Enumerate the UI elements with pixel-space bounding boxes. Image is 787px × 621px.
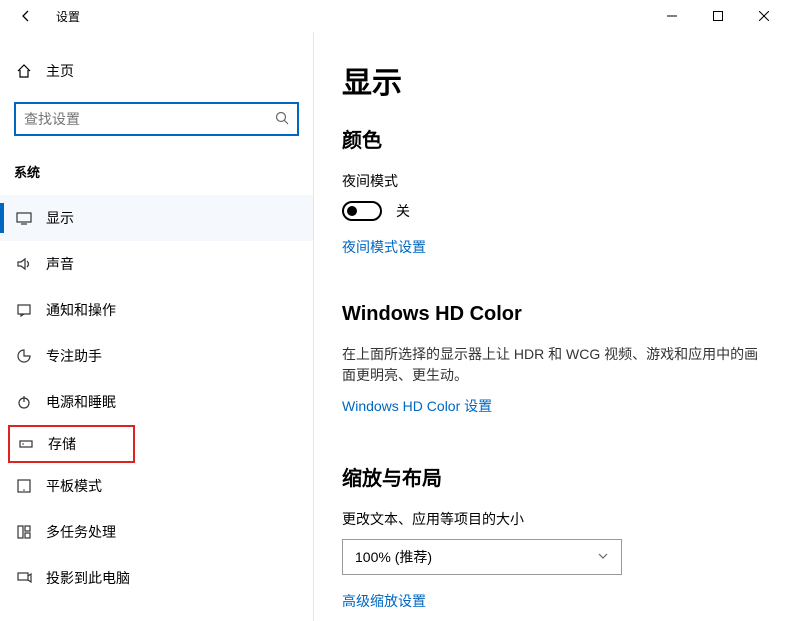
search-box[interactable]	[14, 102, 299, 136]
scale-select[interactable]: 100% (推荐)	[342, 539, 622, 575]
hd-color-settings-link[interactable]: Windows HD Color 设置	[342, 396, 492, 416]
home-icon	[14, 63, 34, 79]
sidebar-item-storage[interactable]: 存储	[8, 425, 135, 463]
sidebar-group-title: 系统	[14, 162, 313, 181]
search-input[interactable]	[24, 111, 275, 127]
section-hd-color: Windows HD Color	[342, 303, 767, 326]
focus-icon	[14, 348, 34, 364]
sidebar-item-display[interactable]: 显示	[0, 195, 313, 241]
sidebar-item-label: 多任务处理	[46, 522, 116, 542]
sidebar-home[interactable]: 主页	[0, 50, 313, 92]
sidebar-item-label: 声音	[46, 254, 74, 274]
close-button[interactable]	[741, 0, 787, 32]
content-area: 主页 系统 显示 声音 通知和操作	[0, 32, 787, 621]
titlebar: 设置	[0, 0, 787, 32]
sidebar-item-label: 投影到此电脑	[46, 568, 130, 588]
search-icon[interactable]	[275, 111, 289, 128]
main-panel: 显示 颜色 夜间模式 关 夜间模式设置 Windows HD Color 在上面…	[314, 32, 787, 621]
sidebar-item-notifications[interactable]: 通知和操作	[0, 287, 313, 333]
sound-icon	[14, 256, 34, 272]
window-title: 设置	[56, 8, 80, 25]
sidebar-item-focus[interactable]: 专注助手	[0, 333, 313, 379]
sidebar-item-sound[interactable]: 声音	[0, 241, 313, 287]
storage-icon	[16, 436, 36, 452]
minimize-button[interactable]	[649, 0, 695, 32]
multitask-icon	[14, 524, 34, 540]
maximize-button[interactable]	[695, 0, 741, 32]
night-mode-state: 关	[396, 201, 410, 221]
minimize-icon	[667, 11, 677, 21]
section-color: 颜色	[342, 124, 767, 153]
scale-label: 更改文本、应用等项目的大小	[342, 509, 767, 529]
sidebar-item-power[interactable]: 电源和睡眠	[0, 379, 313, 425]
sidebar-item-label: 平板模式	[46, 476, 102, 496]
power-icon	[14, 394, 34, 410]
night-mode-toggle[interactable]	[342, 201, 382, 221]
sidebar-item-label: 专注助手	[46, 346, 102, 366]
close-icon	[759, 11, 769, 21]
notification-icon	[14, 302, 34, 318]
sidebar-item-label: 电源和睡眠	[46, 392, 116, 412]
display-icon	[14, 210, 34, 226]
night-mode-toggle-row: 关	[342, 201, 767, 221]
tablet-icon	[14, 478, 34, 494]
maximize-icon	[713, 11, 723, 21]
back-button[interactable]	[10, 0, 42, 32]
scale-select-value: 100% (推荐)	[355, 547, 432, 567]
page-title: 显示	[342, 58, 767, 102]
night-mode-settings-link[interactable]: 夜间模式设置	[342, 237, 426, 257]
night-mode-label: 夜间模式	[342, 171, 767, 191]
arrow-left-icon	[18, 8, 34, 24]
sidebar-item-label: 显示	[46, 208, 74, 228]
hd-color-desc: 在上面所选择的显示器上让 HDR 和 WCG 视频、游戏和应用中的画面更明亮、更…	[342, 344, 767, 386]
chevron-down-icon	[597, 549, 609, 565]
window-controls	[649, 0, 787, 32]
sidebar-item-multitask[interactable]: 多任务处理	[0, 509, 313, 555]
sidebar-item-label: 通知和操作	[46, 300, 116, 320]
sidebar-item-label: 存储	[48, 434, 76, 454]
sidebar-item-tablet[interactable]: 平板模式	[0, 463, 313, 509]
sidebar-item-project[interactable]: 投影到此电脑	[0, 555, 313, 601]
toggle-knob	[347, 206, 357, 216]
sidebar-home-label: 主页	[46, 61, 74, 81]
project-icon	[14, 570, 34, 586]
sidebar: 主页 系统 显示 声音 通知和操作	[0, 32, 314, 621]
section-scale: 缩放与布局	[342, 462, 767, 491]
advanced-scale-link[interactable]: 高级缩放设置	[342, 591, 426, 611]
